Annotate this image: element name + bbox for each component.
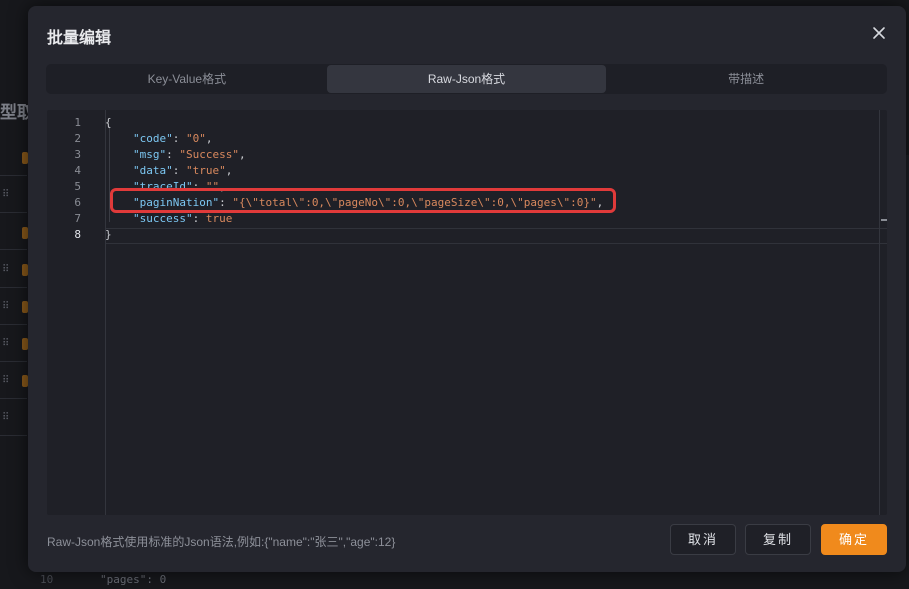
scrollbar-cursor-marker (881, 219, 887, 221)
line-number: 5 (74, 180, 81, 193)
drag-handle-icon: ⠿ (2, 264, 10, 275)
line-number: 7 (74, 212, 81, 225)
drag-handle-icon: ⠿ (2, 375, 10, 386)
drag-handle-icon: ⠿ (2, 412, 10, 423)
background-divider (0, 398, 27, 399)
batch-edit-dialog: 批量编辑 Key-Value格式 Raw-Json格式 带描述 1 2 3 4 … (28, 6, 906, 572)
background-divider (0, 361, 27, 362)
background-divider (0, 249, 27, 250)
line-number: 2 (74, 132, 81, 145)
code-line-2: "code": "0", (133, 132, 213, 145)
line-number-gutter: 1 2 3 4 5 6 7 8 (47, 110, 104, 515)
code-line-1: { (105, 116, 112, 129)
background-divider (0, 175, 27, 176)
code-line-7: "success": true (133, 212, 233, 225)
format-hint: Raw-Json格式使用标准的Json语法,例如:{"name":"张三","a… (47, 535, 396, 549)
background-divider (0, 435, 27, 436)
background-code-line: 10 "pages": 0 (40, 573, 166, 586)
json-editor[interactable]: 1 2 3 4 5 6 7 8 { "code": "0", "msg": "S… (47, 110, 887, 515)
tab-raw-json[interactable]: Raw-Json格式 (326, 65, 607, 93)
editor-scrollbar[interactable] (879, 110, 887, 515)
code-line-4: "data": "true", (133, 164, 233, 177)
drag-handle-icon: ⠿ (2, 189, 10, 200)
code-line-3: "msg": "Success", (133, 148, 246, 161)
background-divider (0, 212, 27, 213)
confirm-button[interactable]: 确定 (821, 524, 887, 555)
drag-handle-icon: ⠿ (2, 338, 10, 349)
background-divider (0, 287, 27, 288)
copy-button[interactable]: 复制 (745, 524, 811, 555)
line-number-current: 8 (74, 228, 81, 241)
code-line-8: } (105, 228, 112, 241)
close-icon[interactable] (870, 24, 888, 42)
line-number: 6 (74, 196, 81, 209)
format-tabs: Key-Value格式 Raw-Json格式 带描述 (46, 64, 887, 94)
tab-key-value[interactable]: Key-Value格式 (47, 65, 327, 93)
tab-with-description[interactable]: 带描述 (606, 65, 886, 93)
line-number: 3 (74, 148, 81, 161)
line-number: 4 (74, 164, 81, 177)
annotation-highlight-box (110, 188, 616, 213)
drag-handle-icon: ⠿ (2, 301, 10, 312)
background-line-number: 10 (40, 573, 54, 586)
dialog-title: 批量编辑 (47, 30, 112, 47)
code-area[interactable]: { "code": "0", "msg": "Success", "data":… (105, 110, 887, 515)
background-code-text: "pages": 0 (100, 573, 167, 586)
background-divider (0, 324, 27, 325)
cancel-button[interactable]: 取消 (670, 524, 736, 555)
line-number: 1 (74, 116, 81, 129)
